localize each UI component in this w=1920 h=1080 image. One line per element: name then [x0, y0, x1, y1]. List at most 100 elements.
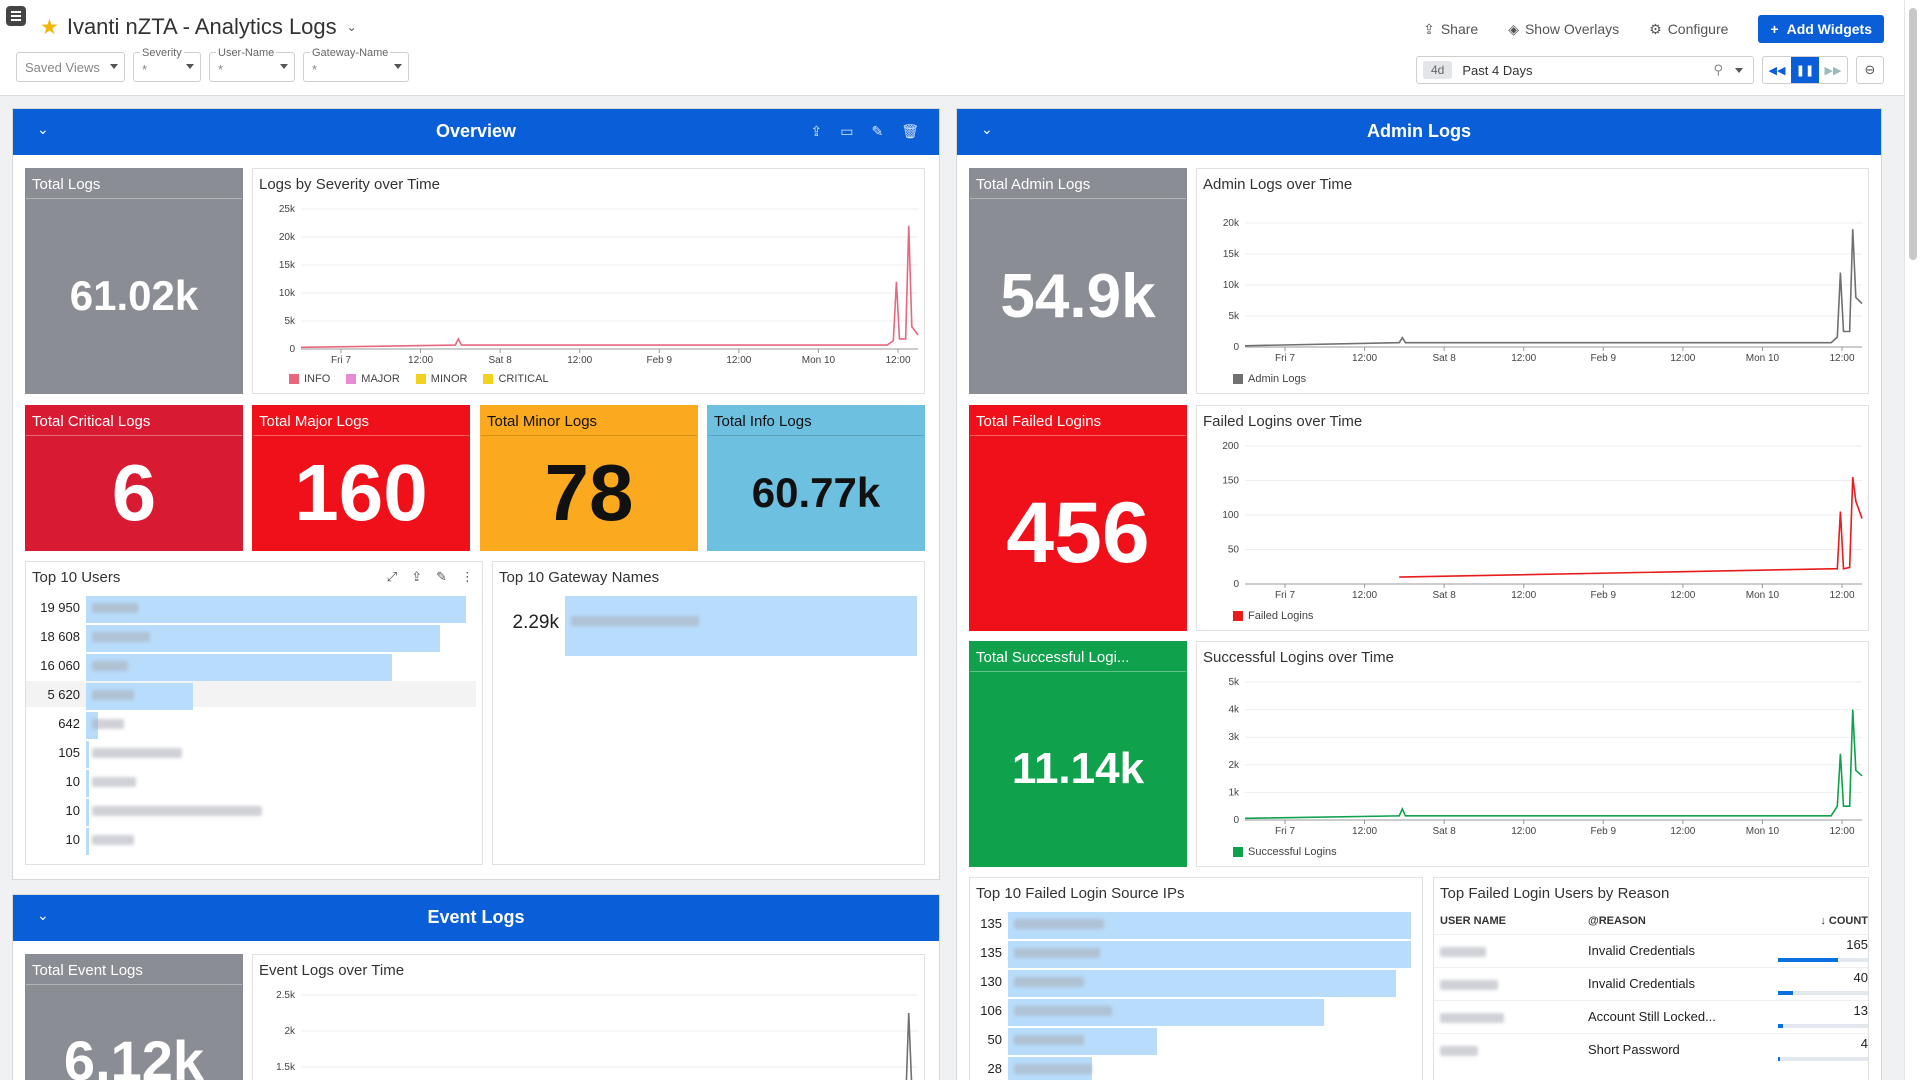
series-line[interactable]	[1399, 476, 1863, 578]
list-item[interactable]: 135	[970, 939, 1420, 968]
hamburger-menu-icon[interactable]	[6, 6, 26, 26]
list-item[interactable]: 2.29k	[493, 594, 926, 656]
add-widgets-button[interactable]: + Add Widgets	[1758, 15, 1884, 43]
total-successful-logins-widget[interactable]: Total Successful Logi... 11.14k	[969, 641, 1187, 867]
export-icon[interactable]: ⇪	[811, 123, 823, 140]
list-item[interactable]: 5 620	[26, 681, 476, 710]
list-item-bar	[86, 654, 392, 681]
scrollbar-thumb[interactable]	[1909, 8, 1917, 260]
legend-item[interactable]: Admin Logs	[1233, 373, 1306, 385]
expand-icon[interactable]: ⤢	[387, 569, 397, 585]
series-line[interactable]	[300, 225, 919, 349]
saved-views-dropdown[interactable]: Saved Views	[16, 52, 125, 82]
list-item[interactable]: 642	[26, 710, 476, 739]
legend-item[interactable]: Failed Logins	[1233, 610, 1313, 622]
legend-item[interactable]: Successful Logins	[1233, 846, 1337, 858]
share-button[interactable]: ⇪ Share	[1423, 21, 1478, 38]
top-gateways-widget[interactable]: Top 10 Gateway Names 2.29k	[492, 561, 925, 865]
user-name-filter[interactable]: User-Name *	[209, 47, 295, 82]
total-logs-widget[interactable]: Total Logs 61.02k	[25, 168, 243, 394]
event-logs-timeseries-widget[interactable]: Event Logs over Time 1k1.5k2k2.5k	[252, 954, 925, 1080]
legend-item[interactable]: MAJOR	[346, 373, 400, 385]
total-info-logs-widget[interactable]: Total Info Logs 60.77k	[707, 405, 925, 551]
widget-title: Total Logs	[26, 169, 242, 199]
list-item[interactable]: 50	[970, 1026, 1420, 1055]
y-tick-label: 150	[1222, 476, 1239, 487]
time-range-selector[interactable]: 4d Past 4 Days ⚲	[1416, 56, 1754, 84]
rewind-icon[interactable]: ◀◀	[1763, 57, 1791, 83]
list-item[interactable]: 106	[970, 997, 1420, 1026]
legend-label: INFO	[304, 373, 331, 385]
severity-chart[interactable]: 0 5k 10k 15k 20k 25k Fri 7 12:00 Sat 8 12:00 Feb 9…	[253, 199, 924, 379]
column-header-count[interactable]: ↓ COUNT	[1772, 908, 1868, 934]
series-line[interactable]	[1244, 709, 1863, 820]
successful-logins-timeseries-widget[interactable]: Successful Logins over Time 0 1k 2k 3k 4k 5k F…	[1196, 641, 1869, 867]
failed-login-users-widget[interactable]: Top Failed Login Users by Reason USER NA…	[1433, 877, 1869, 1080]
list-item[interactable]: 10	[26, 768, 476, 797]
favorite-star-icon[interactable]: ★	[40, 17, 59, 38]
table-row[interactable]: Short Password 4	[1434, 1032, 1868, 1066]
list-item[interactable]: 19 950	[26, 594, 476, 623]
clone-icon[interactable]: ▭	[840, 123, 853, 140]
list-item[interactable]: 130	[970, 968, 1420, 997]
gateway-name-filter[interactable]: Gateway-Name *	[303, 47, 409, 82]
time-range-label: Past 4 Days	[1462, 62, 1533, 78]
total-event-logs-widget[interactable]: Total Event Logs 6.12k	[25, 954, 243, 1080]
total-minor-logs-widget[interactable]: Total Minor Logs 78	[480, 405, 698, 551]
table-row[interactable]: Invalid Credentials 165	[1434, 933, 1868, 967]
list-item[interactable]: 135	[970, 910, 1420, 939]
widget-title: Total Event Logs	[26, 955, 242, 985]
list-item[interactable]: 10	[26, 826, 476, 855]
y-tick-label: 0	[1233, 815, 1239, 826]
failed-logins-timeseries-widget[interactable]: Failed Logins over Time 0 50 100 150 200 Fri …	[1196, 405, 1869, 631]
table-row[interactable]: Account Still Locked... 13	[1434, 999, 1868, 1033]
list-item[interactable]: 28	[970, 1055, 1420, 1080]
column-header-reason[interactable]: @REASON	[1582, 908, 1772, 934]
chevron-down-icon[interactable]: ⌄	[347, 20, 357, 34]
show-overlays-button[interactable]: ◈ Show Overlays	[1508, 21, 1619, 38]
pause-icon[interactable]: ❚❚	[1791, 57, 1819, 83]
event-logs-chart[interactable]: 1k1.5k2k2.5k	[253, 985, 924, 1080]
configure-button[interactable]: ⚙ Configure	[1649, 21, 1728, 38]
dashboard-title[interactable]: Ivanti nZTA - Analytics Logs	[67, 14, 337, 40]
x-tick-label: 12:00	[1670, 590, 1695, 601]
successful-logins-chart[interactable]: 0 1k 2k 3k 4k 5k Fri 7 12:00 Sat 8 12:00 Feb 9 12:0…	[1197, 672, 1868, 852]
list-item-bar	[86, 741, 89, 768]
column-header-user[interactable]: USER NAME	[1434, 908, 1582, 934]
table-row[interactable]: Invalid Credentials 40	[1434, 966, 1868, 1000]
trash-icon[interactable]: 🗑	[901, 123, 919, 140]
failed-logins-chart[interactable]: 0 50 100 150 200 Fri 7 12:00 Sat 8 12:00 Feb 9 12:…	[1197, 436, 1868, 616]
total-admin-logs-widget[interactable]: Total Admin Logs 54.9k	[969, 168, 1187, 394]
legend-label: Admin Logs	[1248, 373, 1307, 385]
legend-item[interactable]: INFO	[289, 373, 330, 385]
list-item[interactable]: 105	[26, 739, 476, 768]
admin-logs-timeseries-widget[interactable]: Admin Logs over Time 0 5k 10k 15k 20k Fri 7 12…	[1196, 168, 1869, 394]
page-scrollbar[interactable]	[1904, 0, 1920, 1080]
list-item[interactable]: 18 608	[26, 623, 476, 652]
edit-icon[interactable]: ✎	[436, 569, 447, 585]
severity-timeseries-widget[interactable]: Logs by Severity over Time 0 5k 10k 15k 20k 2…	[252, 168, 925, 394]
time-controls: 4d Past 4 Days ⚲ ◀◀ ❚❚ ▶▶ ⊖	[1416, 56, 1884, 84]
severity-filter[interactable]: Severity *	[133, 47, 201, 82]
top-users-widget[interactable]: Top 10 Users ⤢ ⇪ ✎ ⋮ 19 950 18 608 16 060 5…	[25, 561, 483, 865]
total-critical-logs-widget[interactable]: Total Critical Logs 6	[25, 405, 243, 551]
fast-forward-icon[interactable]: ▶▶	[1819, 57, 1847, 83]
total-major-logs-widget[interactable]: Total Major Logs 160	[252, 405, 470, 551]
dashboard-title-row: ★ Ivanti nZTA - Analytics Logs ⌄	[40, 14, 357, 40]
more-icon[interactable]: ⋮	[461, 569, 474, 585]
legend-item[interactable]: MINOR	[415, 373, 467, 385]
list-item[interactable]: 16 060	[26, 652, 476, 681]
series-line[interactable]	[887, 1012, 918, 1080]
list-item[interactable]: 10	[26, 797, 476, 826]
export-icon[interactable]: ⇪	[411, 569, 422, 585]
edit-icon[interactable]: ✎	[871, 123, 883, 140]
legend-item[interactable]: CRITICAL	[483, 373, 549, 385]
admin-logs-chart[interactable]: 0 5k 10k 15k 20k Fri 7 12:00 Sat 8 12:00 Feb 9 12:…	[1197, 199, 1868, 379]
x-tick-label: 12:00	[1352, 826, 1377, 837]
total-failed-logins-widget[interactable]: Total Failed Logins 456	[969, 405, 1187, 631]
failed-login-ips-widget[interactable]: Top 10 Failed Login Source IPs 135 135 130…	[969, 877, 1423, 1080]
series-line[interactable]	[1244, 229, 1863, 347]
zoom-out-icon[interactable]: ⊖	[1856, 56, 1884, 84]
pin-icon[interactable]: ⚲	[1713, 62, 1723, 78]
redacted-label	[92, 661, 128, 671]
